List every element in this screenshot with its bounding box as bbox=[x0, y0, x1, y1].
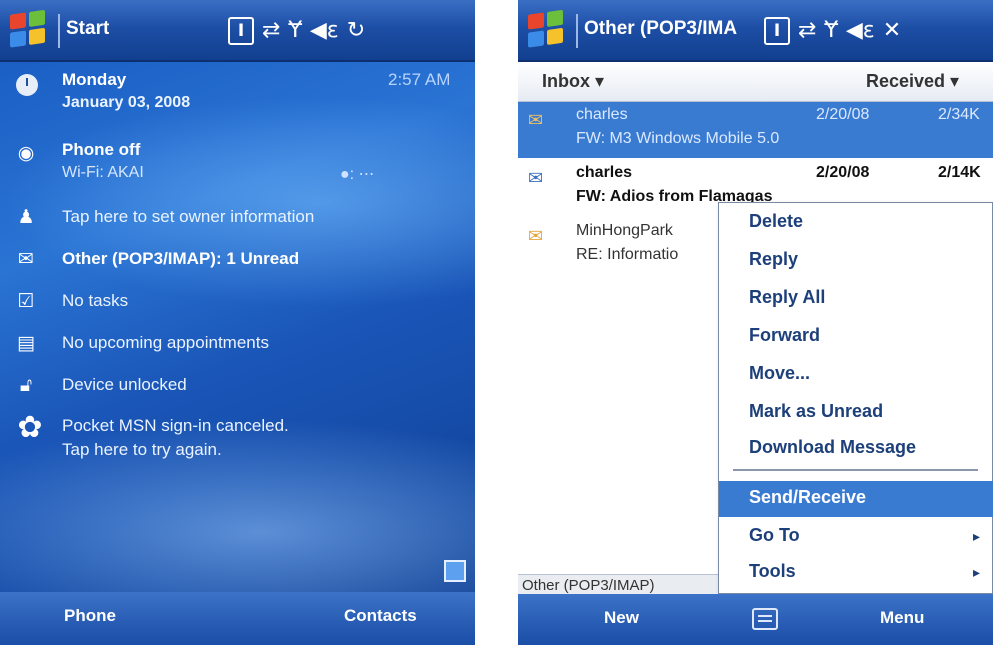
message-row[interactable]: ✉ charles 2/20/08 2/34K FW: M3 Windows M… bbox=[518, 102, 993, 158]
tasks-status: No tasks bbox=[62, 291, 129, 310]
title-bar: Start I ⇄ Ɏ ◀ε ↻ bbox=[0, 0, 475, 62]
message-from: MinHongPark bbox=[576, 222, 673, 239]
folder-dropdown[interactable]: Inbox ▾ bbox=[542, 71, 604, 92]
message-date: 2/20/08 bbox=[816, 164, 870, 181]
input-panel-icon[interactable] bbox=[444, 560, 466, 582]
volume-icon[interactable]: ◀ε bbox=[310, 14, 339, 48]
msn-status-line1: Pocket MSN sign-in canceled. bbox=[62, 416, 289, 435]
owner-info-text: Tap here to set owner information bbox=[62, 207, 315, 226]
calendar-icon: ▤ bbox=[17, 333, 35, 354]
message-date: 2/20/08 bbox=[816, 106, 870, 123]
message-subject: FW: M3 Windows Mobile 5.0 bbox=[576, 130, 780, 147]
read-mail-icon: ✉ bbox=[528, 110, 544, 130]
contacts-soft-key[interactable]: Contacts bbox=[344, 606, 417, 626]
today-tasks-item[interactable]: ☑ No tasks bbox=[0, 282, 475, 322]
wifi-status: Wi-Fi: AKAI bbox=[62, 164, 144, 181]
unread-mail-icon: ✉ bbox=[528, 168, 544, 188]
menu-separator bbox=[733, 469, 978, 471]
menu-item-download-message[interactable]: Download Message bbox=[719, 431, 993, 467]
title-separator bbox=[58, 14, 60, 48]
read-mail-icon: ✉ bbox=[528, 226, 544, 246]
connectivity-icon[interactable]: I bbox=[764, 17, 790, 45]
message-size: 2/14K bbox=[938, 164, 981, 181]
msn-status-line2: Tap here to try again. bbox=[62, 440, 222, 459]
title-separator bbox=[576, 14, 578, 48]
connectivity-icon[interactable]: I bbox=[228, 17, 254, 45]
new-soft-key[interactable]: New bbox=[604, 608, 639, 628]
message-size: 2/34K bbox=[938, 106, 980, 123]
menu-item-reply[interactable]: Reply bbox=[719, 243, 993, 279]
today-date-item[interactable]: Monday January 03, 2008 2:57 AM bbox=[0, 64, 475, 122]
soft-key-bar: Phone Contacts bbox=[0, 592, 475, 645]
menu-item-forward[interactable]: Forward bbox=[719, 319, 993, 355]
menu-item-delete[interactable]: Delete bbox=[719, 205, 993, 241]
phone-radio-icon: ◉ bbox=[17, 143, 35, 164]
battery-icon[interactable]: ↻ bbox=[347, 14, 365, 48]
messaging-screen: Other (POP3/IMA I ⇄ Ɏ ◀ε ✕ Inbox ▾ Recei… bbox=[518, 0, 993, 645]
today-screen: Start I ⇄ Ɏ ◀ε ↻ Monday January 03, 2008… bbox=[0, 0, 475, 645]
today-calendar-item[interactable]: ▤ No upcoming appointments bbox=[0, 324, 475, 364]
soft-key-bar: New Menu bbox=[518, 594, 993, 645]
signal-off-icon[interactable]: Ɏ bbox=[288, 14, 301, 48]
today-msn-item[interactable]: ✿ Pocket MSN sign-in canceled. Tap here … bbox=[0, 412, 475, 468]
today-phone-item[interactable]: ◉ Phone off Wi-Fi: AKAI ●: ⋯ bbox=[0, 134, 475, 190]
today-email-item[interactable]: ✉ Other (POP3/IMAP): 1 Unread bbox=[0, 240, 475, 280]
msn-butterfly-icon: ✿ bbox=[17, 411, 43, 444]
menu-item-send-receive[interactable]: Send/Receive bbox=[719, 481, 993, 517]
email-status: Other (POP3/IMAP): 1 Unread bbox=[62, 249, 300, 268]
owner-person-icon: ♟ bbox=[17, 207, 35, 228]
keyboard-icon[interactable] bbox=[752, 608, 778, 630]
menu-item-mark-unread[interactable]: Mark as Unread bbox=[719, 395, 993, 431]
phone-soft-key[interactable]: Phone bbox=[64, 606, 116, 626]
title-bar: Other (POP3/IMA I ⇄ Ɏ ◀ε ✕ bbox=[518, 0, 993, 62]
submenu-arrow-icon: ▸ bbox=[972, 564, 980, 580]
unlocked-padlock-icon: 🔓︎ bbox=[19, 375, 33, 396]
device-lock-status: Device unlocked bbox=[62, 375, 187, 394]
network-icon[interactable]: ⇄ bbox=[798, 14, 816, 48]
menu-item-go-to[interactable]: Go To ▸ bbox=[719, 519, 993, 555]
today-lock-item[interactable]: 🔓︎ Device unlocked bbox=[0, 366, 475, 406]
menu-soft-key[interactable]: Menu bbox=[880, 608, 924, 628]
signal-off-icon[interactable]: Ɏ bbox=[824, 14, 837, 48]
windows-start-icon[interactable] bbox=[528, 9, 566, 50]
clock-time: 2:57 AM bbox=[388, 70, 451, 89]
system-tray: I ⇄ Ɏ ◀ε ↻ bbox=[228, 14, 365, 48]
bluetooth-status-icon: ●: ⋯ bbox=[340, 166, 375, 183]
message-subject: RE: Informatio bbox=[576, 246, 679, 263]
windows-start-icon[interactable] bbox=[10, 9, 48, 50]
clock-icon bbox=[16, 74, 38, 96]
system-tray: I ⇄ Ɏ ◀ε ✕ bbox=[764, 14, 901, 48]
menu-item-tools[interactable]: Tools ▸ bbox=[719, 555, 993, 591]
close-icon[interactable]: ✕ bbox=[883, 14, 901, 48]
mail-envelope-icon: ✉ bbox=[18, 249, 34, 270]
volume-icon[interactable]: ◀ε bbox=[846, 14, 875, 48]
menu-item-reply-all[interactable]: Reply All bbox=[719, 281, 993, 317]
appointments-status: No upcoming appointments bbox=[62, 333, 269, 352]
tasks-checkbox-icon: ☑ bbox=[17, 291, 35, 312]
menu-item-move[interactable]: Move... bbox=[719, 357, 993, 393]
network-icon[interactable]: ⇄ bbox=[262, 14, 280, 48]
message-from: charles bbox=[576, 106, 628, 123]
phone-status: Phone off bbox=[62, 140, 141, 159]
window-title: Start bbox=[66, 18, 110, 39]
date-full: January 03, 2008 bbox=[62, 94, 191, 111]
message-from: charles bbox=[576, 164, 633, 181]
inbox-header: Inbox ▾ Received ▾ bbox=[518, 62, 993, 102]
window-title: Other (POP3/IMA bbox=[584, 18, 738, 39]
account-name: Other (POP3/IMAP) bbox=[522, 577, 655, 594]
date-weekday: Monday bbox=[62, 70, 127, 89]
sort-dropdown[interactable]: Received ▾ bbox=[866, 71, 959, 92]
today-owner-item[interactable]: ♟ Tap here to set owner information bbox=[0, 198, 475, 238]
submenu-arrow-icon: ▸ bbox=[972, 528, 980, 544]
context-menu: Delete Reply Reply All Forward Move... M… bbox=[718, 202, 993, 594]
